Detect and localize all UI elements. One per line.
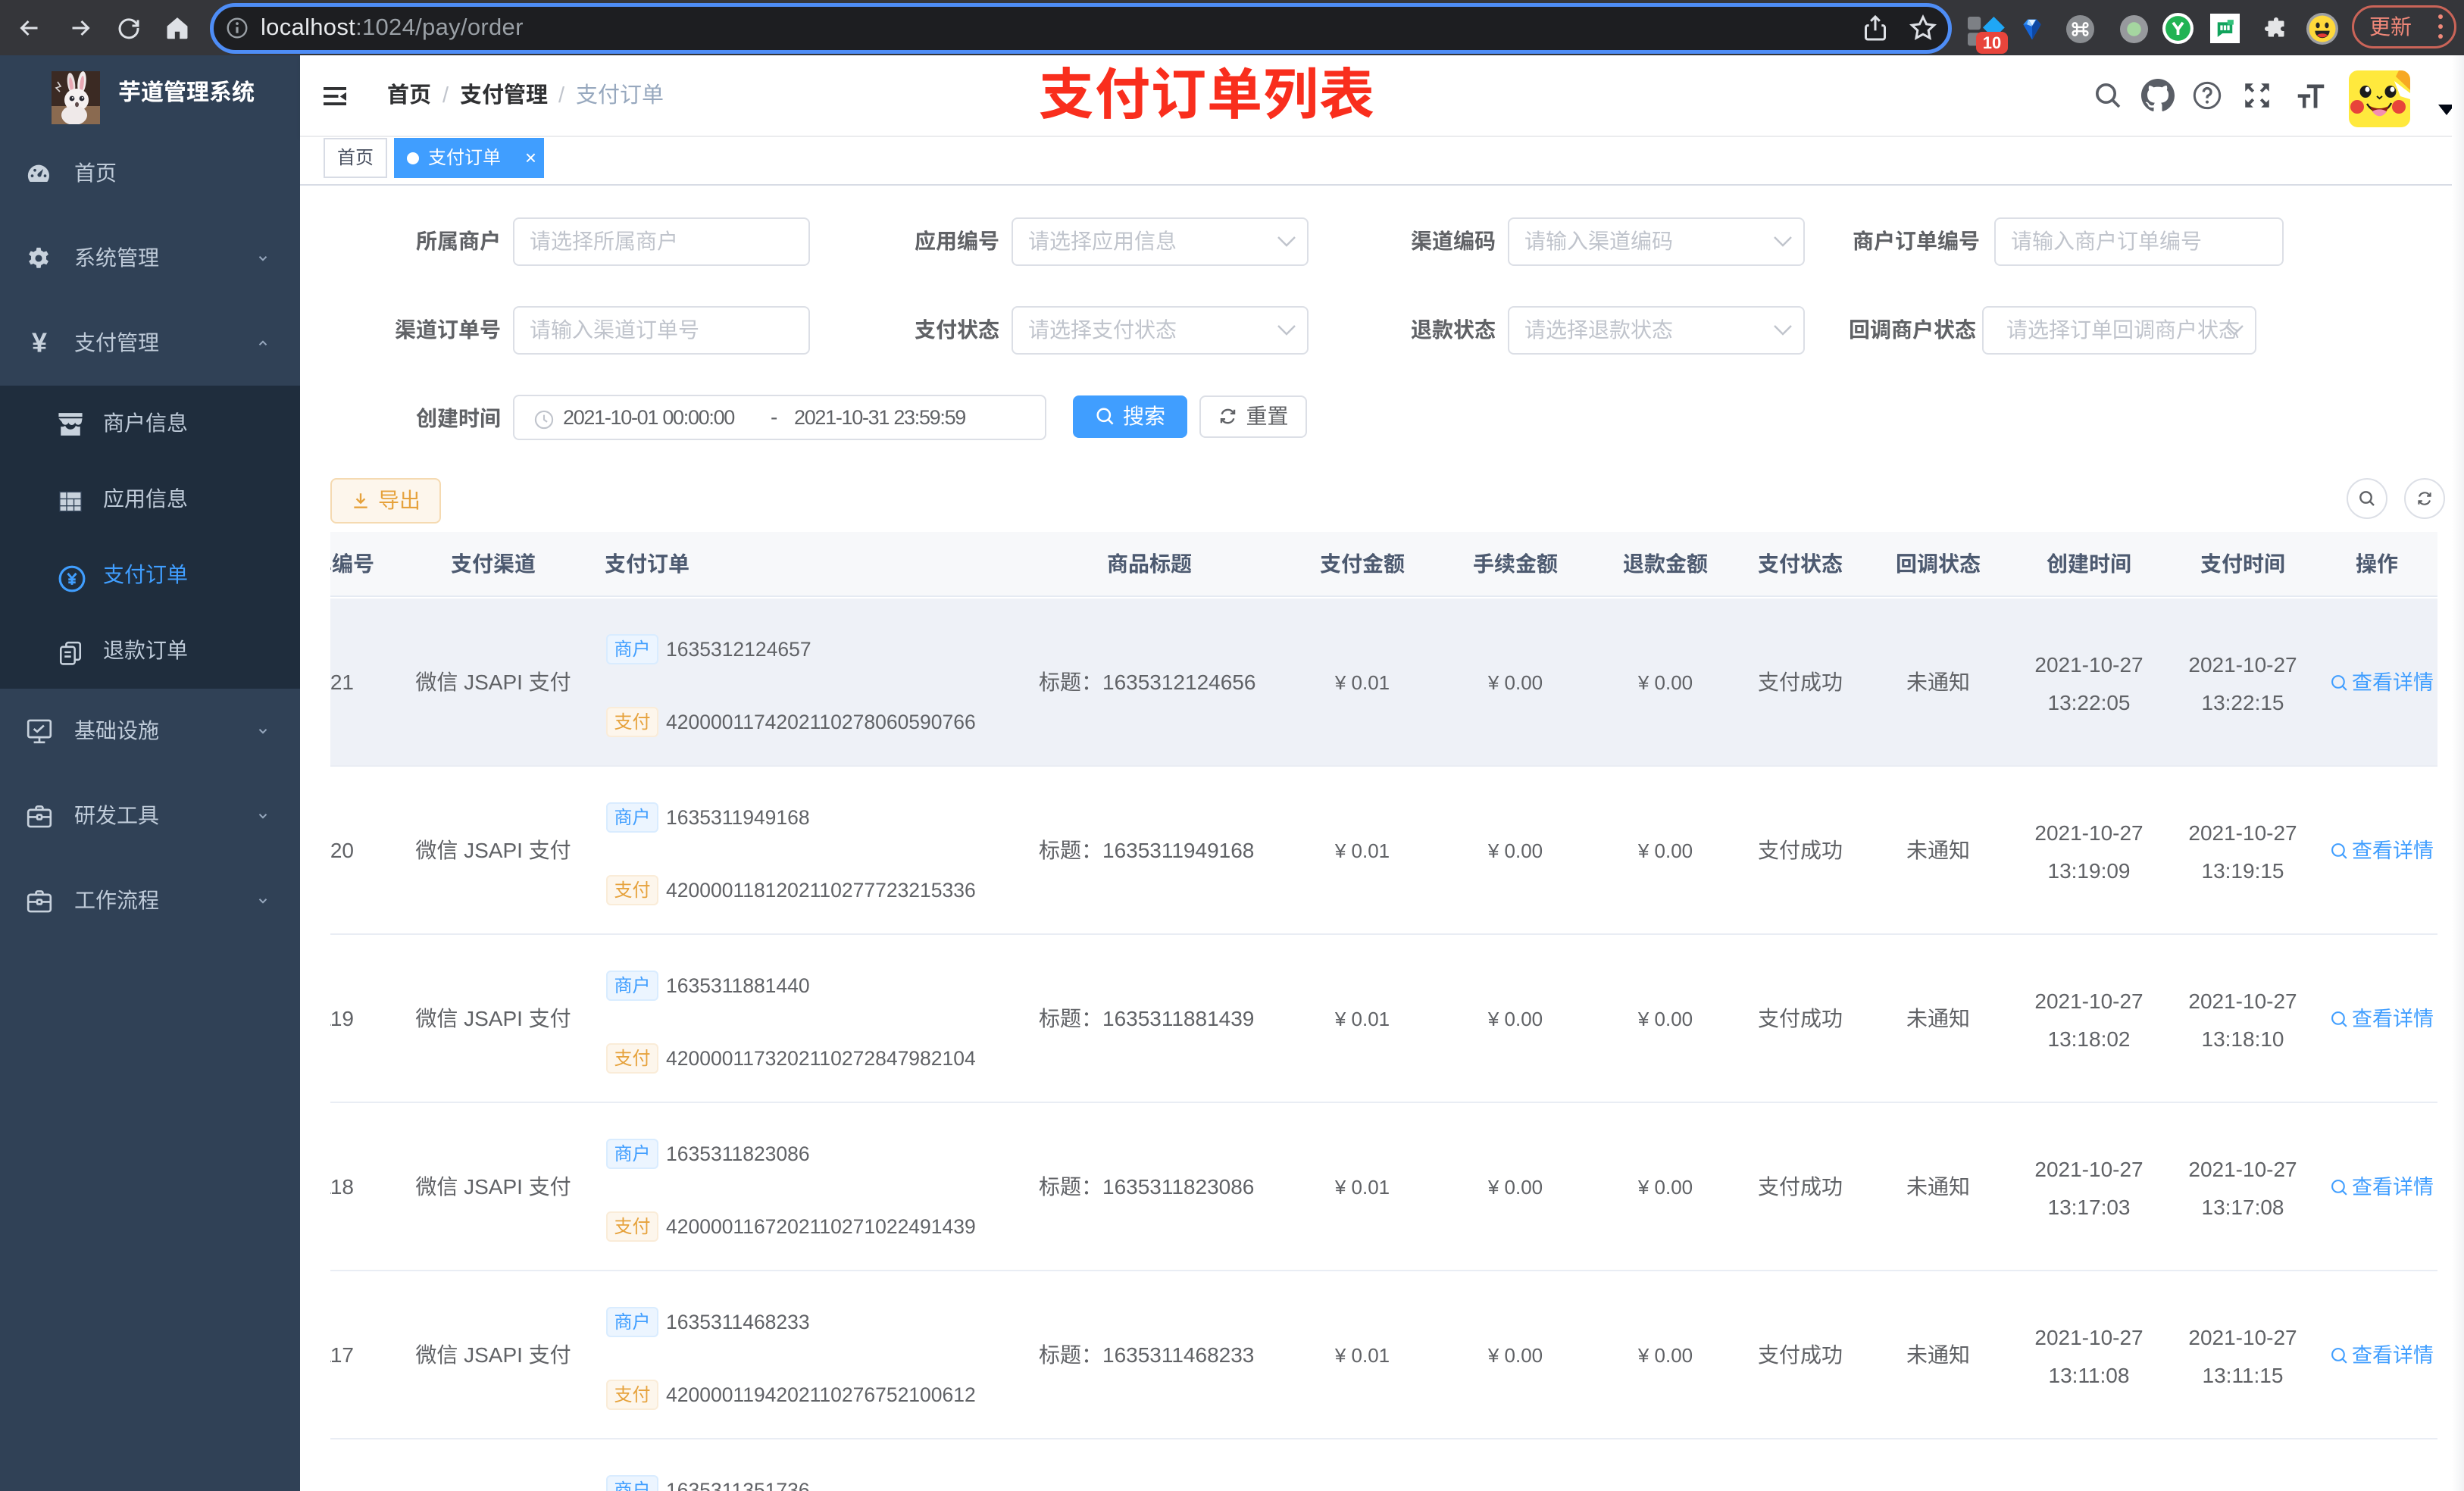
svg-text:¥: ¥ — [32, 330, 47, 358]
